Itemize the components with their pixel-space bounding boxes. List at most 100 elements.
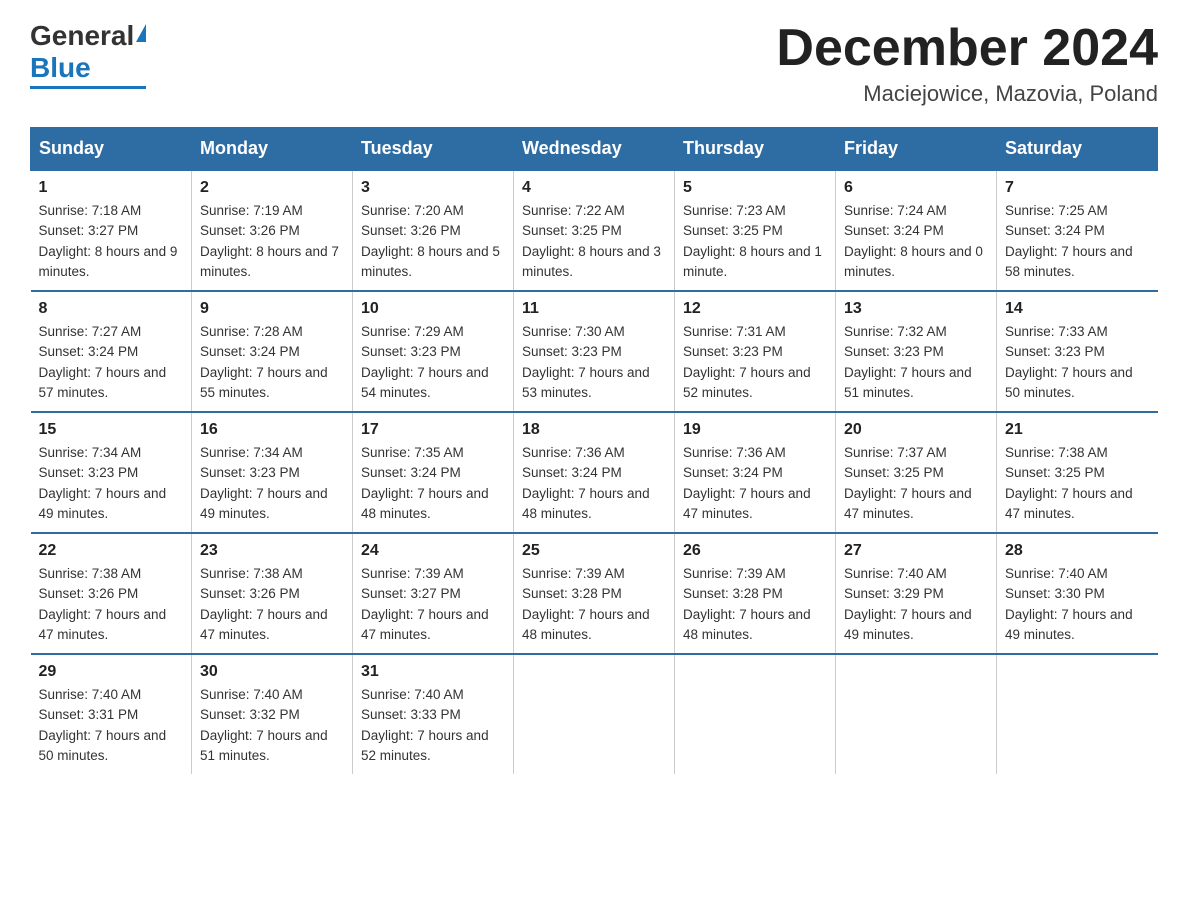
day-info: Sunrise: 7:36 AM Sunset: 3:24 PM Dayligh…: [522, 443, 666, 524]
day-info: Sunrise: 7:18 AM Sunset: 3:27 PM Dayligh…: [39, 201, 184, 282]
col-friday: Friday: [836, 128, 997, 171]
table-row: 22 Sunrise: 7:38 AM Sunset: 3:26 PM Dayl…: [31, 533, 192, 654]
day-info: Sunrise: 7:37 AM Sunset: 3:25 PM Dayligh…: [844, 443, 988, 524]
day-number: 19: [683, 421, 827, 439]
table-row: 6 Sunrise: 7:24 AM Sunset: 3:24 PM Dayli…: [836, 170, 997, 291]
table-row: 18 Sunrise: 7:36 AM Sunset: 3:24 PM Dayl…: [514, 412, 675, 533]
table-row: 8 Sunrise: 7:27 AM Sunset: 3:24 PM Dayli…: [31, 291, 192, 412]
table-row: 19 Sunrise: 7:36 AM Sunset: 3:24 PM Dayl…: [675, 412, 836, 533]
day-number: 25: [522, 542, 666, 560]
table-row: 3 Sunrise: 7:20 AM Sunset: 3:26 PM Dayli…: [353, 170, 514, 291]
logo-general: General: [30, 20, 134, 52]
table-row: 5 Sunrise: 7:23 AM Sunset: 3:25 PM Dayli…: [675, 170, 836, 291]
col-tuesday: Tuesday: [353, 128, 514, 171]
day-info: Sunrise: 7:22 AM Sunset: 3:25 PM Dayligh…: [522, 201, 666, 282]
day-number: 31: [361, 663, 505, 681]
col-saturday: Saturday: [997, 128, 1158, 171]
day-number: 10: [361, 300, 505, 318]
table-row: 24 Sunrise: 7:39 AM Sunset: 3:27 PM Dayl…: [353, 533, 514, 654]
day-number: 4: [522, 179, 666, 197]
table-row: 11 Sunrise: 7:30 AM Sunset: 3:23 PM Dayl…: [514, 291, 675, 412]
day-info: Sunrise: 7:34 AM Sunset: 3:23 PM Dayligh…: [200, 443, 344, 524]
day-number: 20: [844, 421, 988, 439]
day-info: Sunrise: 7:23 AM Sunset: 3:25 PM Dayligh…: [683, 201, 827, 282]
table-row: 7 Sunrise: 7:25 AM Sunset: 3:24 PM Dayli…: [997, 170, 1158, 291]
day-number: 1: [39, 179, 184, 197]
calendar-table: Sunday Monday Tuesday Wednesday Thursday…: [30, 127, 1158, 774]
logo: General Blue: [30, 20, 146, 89]
day-number: 13: [844, 300, 988, 318]
table-row: 2 Sunrise: 7:19 AM Sunset: 3:26 PM Dayli…: [192, 170, 353, 291]
day-info: Sunrise: 7:24 AM Sunset: 3:24 PM Dayligh…: [844, 201, 988, 282]
day-info: Sunrise: 7:40 AM Sunset: 3:29 PM Dayligh…: [844, 564, 988, 645]
table-row: 27 Sunrise: 7:40 AM Sunset: 3:29 PM Dayl…: [836, 533, 997, 654]
col-wednesday: Wednesday: [514, 128, 675, 171]
table-row: 12 Sunrise: 7:31 AM Sunset: 3:23 PM Dayl…: [675, 291, 836, 412]
day-info: Sunrise: 7:39 AM Sunset: 3:28 PM Dayligh…: [683, 564, 827, 645]
day-number: 12: [683, 300, 827, 318]
day-info: Sunrise: 7:33 AM Sunset: 3:23 PM Dayligh…: [1005, 322, 1150, 403]
day-number: 14: [1005, 300, 1150, 318]
day-info: Sunrise: 7:39 AM Sunset: 3:27 PM Dayligh…: [361, 564, 505, 645]
table-row: 14 Sunrise: 7:33 AM Sunset: 3:23 PM Dayl…: [997, 291, 1158, 412]
table-row: 13 Sunrise: 7:32 AM Sunset: 3:23 PM Dayl…: [836, 291, 997, 412]
table-row: 23 Sunrise: 7:38 AM Sunset: 3:26 PM Dayl…: [192, 533, 353, 654]
day-info: Sunrise: 7:40 AM Sunset: 3:33 PM Dayligh…: [361, 685, 505, 766]
day-info: Sunrise: 7:25 AM Sunset: 3:24 PM Dayligh…: [1005, 201, 1150, 282]
day-info: Sunrise: 7:38 AM Sunset: 3:26 PM Dayligh…: [39, 564, 184, 645]
day-info: Sunrise: 7:29 AM Sunset: 3:23 PM Dayligh…: [361, 322, 505, 403]
page-header: General Blue December 2024 Maciejowice, …: [30, 20, 1158, 107]
day-info: Sunrise: 7:36 AM Sunset: 3:24 PM Dayligh…: [683, 443, 827, 524]
calendar-week-row: 15 Sunrise: 7:34 AM Sunset: 3:23 PM Dayl…: [31, 412, 1158, 533]
day-number: 2: [200, 179, 344, 197]
day-number: 6: [844, 179, 988, 197]
calendar-header-row: Sunday Monday Tuesday Wednesday Thursday…: [31, 128, 1158, 171]
table-row: 31 Sunrise: 7:40 AM Sunset: 3:33 PM Dayl…: [353, 654, 514, 774]
day-number: 22: [39, 542, 184, 560]
day-info: Sunrise: 7:39 AM Sunset: 3:28 PM Dayligh…: [522, 564, 666, 645]
day-info: Sunrise: 7:34 AM Sunset: 3:23 PM Dayligh…: [39, 443, 184, 524]
table-row: 16 Sunrise: 7:34 AM Sunset: 3:23 PM Dayl…: [192, 412, 353, 533]
table-row: 4 Sunrise: 7:22 AM Sunset: 3:25 PM Dayli…: [514, 170, 675, 291]
table-row: 29 Sunrise: 7:40 AM Sunset: 3:31 PM Dayl…: [31, 654, 192, 774]
table-row: [514, 654, 675, 774]
day-info: Sunrise: 7:38 AM Sunset: 3:26 PM Dayligh…: [200, 564, 344, 645]
col-monday: Monday: [192, 128, 353, 171]
table-row: 25 Sunrise: 7:39 AM Sunset: 3:28 PM Dayl…: [514, 533, 675, 654]
day-info: Sunrise: 7:28 AM Sunset: 3:24 PM Dayligh…: [200, 322, 344, 403]
table-row: 20 Sunrise: 7:37 AM Sunset: 3:25 PM Dayl…: [836, 412, 997, 533]
day-number: 21: [1005, 421, 1150, 439]
day-number: 17: [361, 421, 505, 439]
calendar-week-row: 29 Sunrise: 7:40 AM Sunset: 3:31 PM Dayl…: [31, 654, 1158, 774]
calendar-week-row: 22 Sunrise: 7:38 AM Sunset: 3:26 PM Dayl…: [31, 533, 1158, 654]
day-number: 3: [361, 179, 505, 197]
day-number: 9: [200, 300, 344, 318]
day-number: 30: [200, 663, 344, 681]
day-info: Sunrise: 7:40 AM Sunset: 3:30 PM Dayligh…: [1005, 564, 1150, 645]
table-row: 26 Sunrise: 7:39 AM Sunset: 3:28 PM Dayl…: [675, 533, 836, 654]
calendar-week-row: 8 Sunrise: 7:27 AM Sunset: 3:24 PM Dayli…: [31, 291, 1158, 412]
col-thursday: Thursday: [675, 128, 836, 171]
table-row: [675, 654, 836, 774]
day-number: 8: [39, 300, 184, 318]
day-info: Sunrise: 7:40 AM Sunset: 3:31 PM Dayligh…: [39, 685, 184, 766]
table-row: 30 Sunrise: 7:40 AM Sunset: 3:32 PM Dayl…: [192, 654, 353, 774]
logo-blue: Blue: [30, 52, 91, 84]
location: Maciejowice, Mazovia, Poland: [776, 81, 1158, 107]
day-number: 27: [844, 542, 988, 560]
day-number: 15: [39, 421, 184, 439]
day-number: 5: [683, 179, 827, 197]
day-number: 26: [683, 542, 827, 560]
day-number: 24: [361, 542, 505, 560]
logo-triangle-icon: [136, 24, 146, 42]
day-info: Sunrise: 7:32 AM Sunset: 3:23 PM Dayligh…: [844, 322, 988, 403]
logo-underline: [30, 86, 146, 89]
day-number: 29: [39, 663, 184, 681]
table-row: 17 Sunrise: 7:35 AM Sunset: 3:24 PM Dayl…: [353, 412, 514, 533]
day-info: Sunrise: 7:20 AM Sunset: 3:26 PM Dayligh…: [361, 201, 505, 282]
day-info: Sunrise: 7:40 AM Sunset: 3:32 PM Dayligh…: [200, 685, 344, 766]
title-section: December 2024 Maciejowice, Mazovia, Pola…: [776, 20, 1158, 107]
day-info: Sunrise: 7:35 AM Sunset: 3:24 PM Dayligh…: [361, 443, 505, 524]
day-info: Sunrise: 7:38 AM Sunset: 3:25 PM Dayligh…: [1005, 443, 1150, 524]
table-row: 9 Sunrise: 7:28 AM Sunset: 3:24 PM Dayli…: [192, 291, 353, 412]
